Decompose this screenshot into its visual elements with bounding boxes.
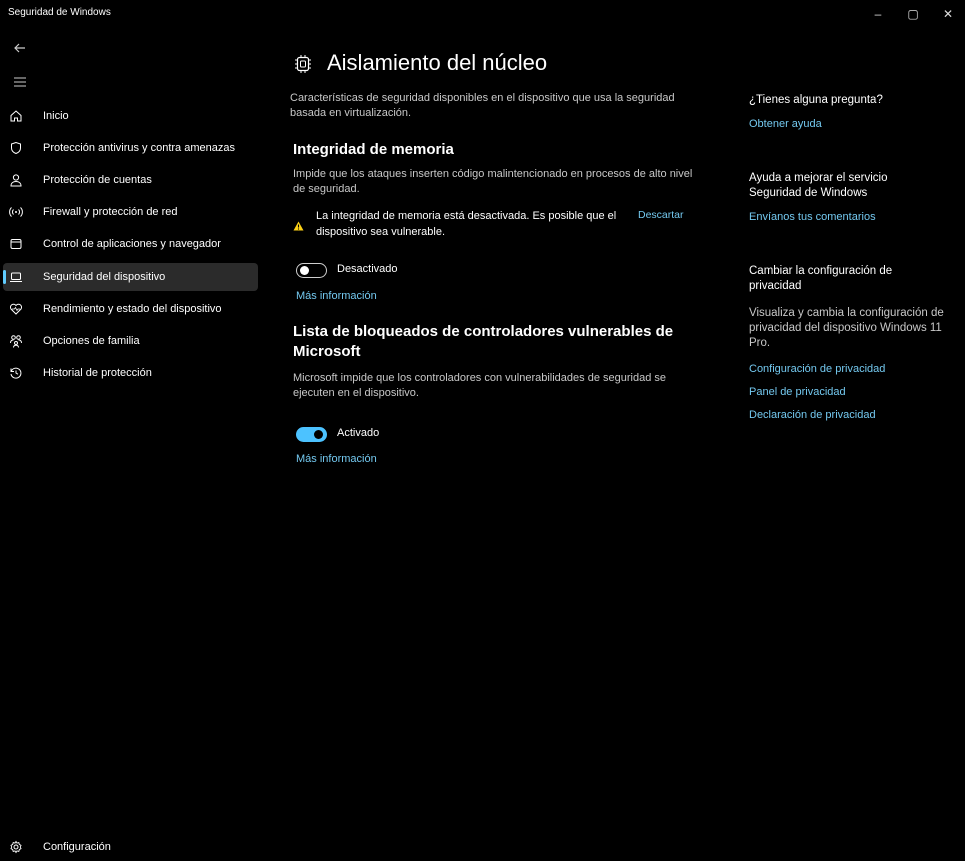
toggle-knob bbox=[314, 430, 323, 439]
get-help-link[interactable]: Obtener ayuda bbox=[749, 118, 822, 130]
sidebar-item-label: Historial de protección bbox=[43, 367, 152, 379]
settings-label: Configuración bbox=[43, 841, 111, 853]
gear-icon bbox=[8, 839, 24, 855]
chip-icon bbox=[294, 54, 312, 79]
sidebar-item-family[interactable]: Opciones de familia bbox=[3, 327, 258, 355]
privacy-heading: Cambiar la configuración de privacidad bbox=[749, 265, 893, 292]
blocklist-heading: Lista de bloqueados de controladores vul… bbox=[293, 323, 674, 360]
memory-integrity-more-info-link[interactable]: Más información bbox=[296, 290, 377, 302]
sidebar-item-label: Seguridad del dispositivo bbox=[43, 271, 166, 283]
sidebar-item-antivirus[interactable]: Protección antivirus y contra amenazas bbox=[3, 134, 258, 162]
toggle-knob bbox=[300, 266, 309, 275]
blocklist-description: Microsoft impide que los controladores c… bbox=[293, 372, 666, 399]
blocklist-toggle-label: Activado bbox=[337, 427, 380, 439]
close-button[interactable]: ✕ bbox=[930, 3, 965, 25]
sidebar-item-label: Protección de cuentas bbox=[43, 174, 152, 186]
page-header: Aislamiento del núcleo bbox=[290, 50, 710, 84]
home-icon bbox=[8, 108, 24, 124]
sidebar-item-label: Opciones de familia bbox=[43, 335, 140, 347]
maximize-button[interactable]: ▢ bbox=[895, 3, 931, 25]
dismiss-link[interactable]: Descartar bbox=[638, 209, 684, 221]
memory-integrity-toggle-label: Desactivado bbox=[337, 263, 398, 275]
blocklist-more-info-link[interactable]: Más información bbox=[296, 453, 377, 465]
privacy-statement-link[interactable]: Declaración de privacidad bbox=[749, 409, 876, 421]
laptop-icon bbox=[8, 269, 24, 285]
wifi-antenna-icon bbox=[8, 204, 24, 220]
sidebar-item-cuentas[interactable]: Protección de cuentas bbox=[3, 166, 258, 194]
sidebar: Inicio Protección antivirus y contra ame… bbox=[0, 30, 265, 855]
memory-integrity-toggle[interactable] bbox=[296, 263, 327, 278]
history-icon bbox=[8, 365, 24, 381]
sidebar-item-label: Inicio bbox=[43, 110, 69, 122]
sidebar-item-performance[interactable]: Rendimiento y estado del dispositivo bbox=[3, 295, 258, 323]
sidebar-item-settings[interactable]: Configuración bbox=[3, 833, 258, 861]
warning-text: La integridad de memoria está desactivad… bbox=[316, 210, 617, 238]
heart-icon bbox=[8, 301, 24, 317]
sidebar-item-label: Control de aplicaciones y navegador bbox=[43, 238, 221, 250]
back-button[interactable] bbox=[10, 38, 30, 58]
hamburger-icon bbox=[14, 77, 26, 87]
back-arrow-icon bbox=[14, 43, 25, 53]
privacy-settings-link[interactable]: Configuración de privacidad bbox=[749, 363, 885, 375]
page-description: Características de seguridad disponibles… bbox=[290, 92, 675, 119]
page-title: Aislamiento del núcleo bbox=[327, 50, 548, 75]
sidebar-item-label: Protección antivirus y contra amenazas bbox=[43, 142, 235, 154]
app-window-icon bbox=[8, 236, 24, 252]
shield-icon bbox=[8, 140, 24, 156]
minimize-button[interactable]: – bbox=[860, 3, 896, 25]
memory-integrity-heading: Integridad de memoria bbox=[293, 141, 454, 158]
sidebar-item-app-control[interactable]: Control de aplicaciones y navegador bbox=[3, 230, 258, 258]
question-heading: ¿Tienes alguna pregunta? bbox=[749, 94, 883, 106]
sidebar-item-history[interactable]: Historial de protección bbox=[3, 359, 258, 387]
app-title: Seguridad de Windows bbox=[8, 7, 111, 18]
blocklist-toggle[interactable] bbox=[296, 427, 327, 442]
sidebar-item-device-security[interactable]: Seguridad del dispositivo bbox=[3, 263, 258, 291]
family-icon bbox=[8, 333, 24, 349]
title-bar: Seguridad de Windows – ▢ ✕ bbox=[0, 0, 965, 30]
feedback-link[interactable]: Envíanos tus comentarios bbox=[749, 211, 876, 223]
active-indicator bbox=[3, 270, 6, 284]
sidebar-item-firewall[interactable]: Firewall y protección de red bbox=[3, 198, 258, 226]
sidebar-item-inicio[interactable]: Inicio bbox=[3, 102, 258, 130]
privacy-dashboard-link[interactable]: Panel de privacidad bbox=[749, 386, 846, 398]
sidebar-item-label: Rendimiento y estado del dispositivo bbox=[43, 303, 222, 315]
sidebar-item-label: Firewall y protección de red bbox=[43, 206, 178, 218]
improve-heading: Ayuda a mejorar el servicio Seguridad de… bbox=[749, 172, 888, 199]
warning-banner: La integridad de memoria está desactivad… bbox=[293, 208, 703, 240]
menu-button[interactable] bbox=[10, 72, 30, 92]
person-icon bbox=[8, 172, 24, 188]
memory-integrity-description: Impide que los ataques inserten código m… bbox=[293, 168, 693, 195]
privacy-description: Visualiza y cambia la configuración de p… bbox=[749, 307, 944, 349]
warning-icon bbox=[293, 218, 304, 236]
